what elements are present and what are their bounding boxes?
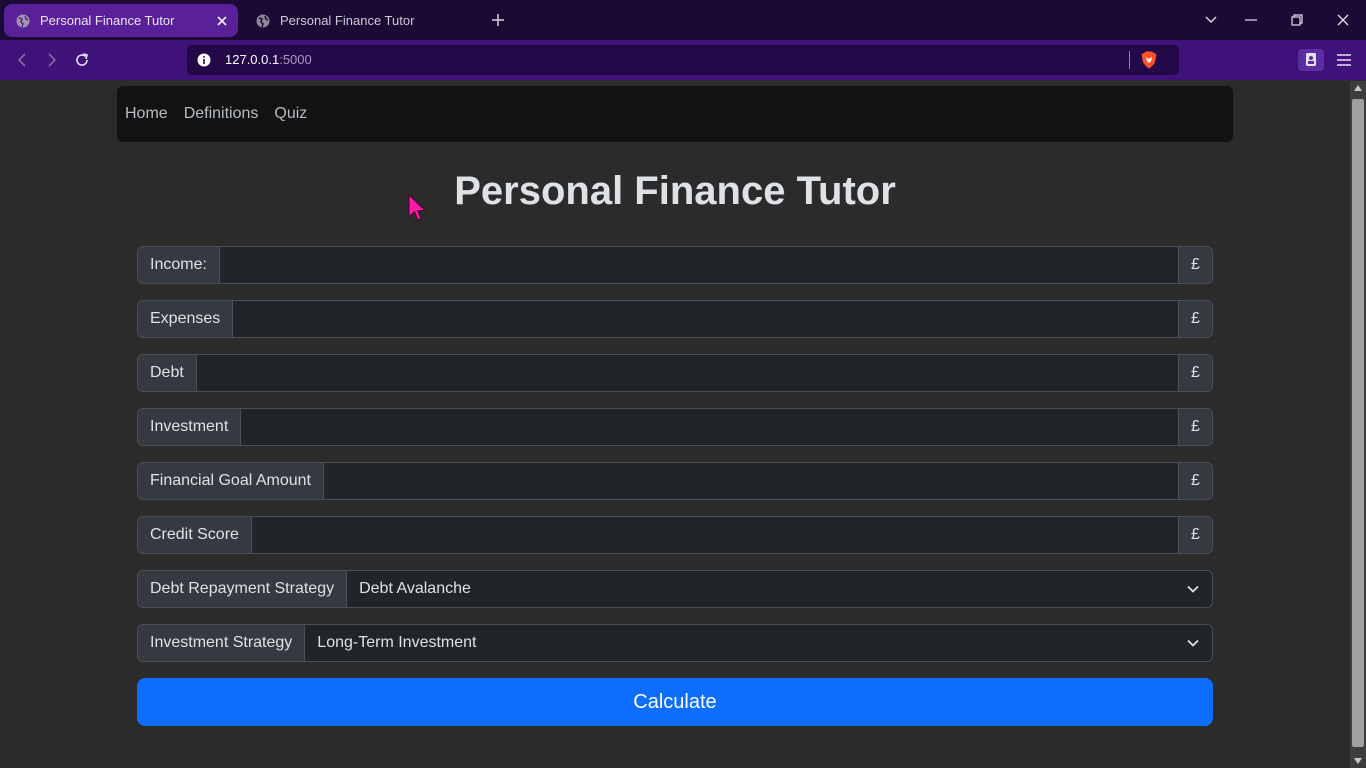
- tab-search-chevron-icon[interactable]: [1199, 8, 1223, 32]
- tab-inactive[interactable]: Personal Finance Tutor: [244, 4, 474, 37]
- close-window-icon[interactable]: [1331, 8, 1355, 32]
- nav-link-definitions[interactable]: Definitions: [184, 105, 259, 123]
- debt-strategy-value: Debt Avalanche: [359, 580, 471, 597]
- debt-strategy-label: Debt Repayment Strategy: [138, 571, 348, 607]
- debt-label: Debt: [138, 355, 197, 391]
- income-label: Income:: [138, 247, 220, 283]
- investment-strategy-group: Investment Strategy Long-Term Investment: [137, 624, 1213, 662]
- site-navbar: Home Definitions Quiz: [117, 86, 1233, 142]
- currency-suffix: £: [1178, 247, 1212, 283]
- tab-title: Personal Finance Tutor: [280, 13, 415, 28]
- expenses-input[interactable]: [233, 301, 1178, 337]
- restore-icon[interactable]: [1285, 8, 1309, 32]
- investment-group: Investment £: [137, 408, 1213, 446]
- expenses-group: Expenses £: [137, 300, 1213, 338]
- site-info-icon[interactable]: [197, 53, 211, 67]
- calculate-button[interactable]: Calculate: [137, 678, 1213, 726]
- goal-amount-group: Financial Goal Amount £: [137, 462, 1213, 500]
- expenses-label: Expenses: [138, 301, 234, 337]
- page-viewport: Home Definitions Quiz Personal Finance T…: [0, 81, 1350, 768]
- scroll-down-icon[interactable]: [1354, 758, 1362, 764]
- nav-link-home[interactable]: Home: [125, 105, 168, 123]
- income-input[interactable]: [219, 247, 1178, 283]
- currency-suffix: £: [1178, 355, 1212, 391]
- forward-icon[interactable]: [40, 48, 64, 72]
- currency-suffix: £: [1178, 517, 1212, 553]
- debt-input[interactable]: [196, 355, 1178, 391]
- globe-icon: [16, 14, 30, 28]
- debt-strategy-group: Debt Repayment Strategy Debt Avalanche: [137, 570, 1213, 608]
- scrollbar-thumb[interactable]: [1352, 99, 1364, 747]
- tab-active[interactable]: Personal Finance Tutor: [4, 4, 238, 37]
- scroll-up-icon[interactable]: [1354, 85, 1362, 91]
- currency-suffix: £: [1178, 301, 1212, 337]
- investment-input[interactable]: [241, 409, 1178, 445]
- currency-suffix: £: [1178, 409, 1212, 445]
- back-icon[interactable]: [10, 48, 34, 72]
- page-title: Personal Finance Tutor: [454, 169, 896, 213]
- tab-strip: Personal Finance Tutor Personal Finance …: [0, 0, 1366, 40]
- income-group: Income: £: [137, 246, 1213, 284]
- new-tab-button[interactable]: [488, 9, 508, 31]
- finance-form: Income: £ Expenses £ Debt £ Investment £…: [137, 246, 1213, 726]
- investment-label: Investment: [138, 409, 242, 445]
- investment-strategy-select[interactable]: Long-Term Investment: [305, 625, 1212, 661]
- chevron-down-icon: [1186, 636, 1200, 650]
- reload-icon[interactable]: [70, 48, 94, 72]
- debt-group: Debt £: [137, 354, 1213, 392]
- tab-title: Personal Finance Tutor: [40, 13, 175, 28]
- address-bar[interactable]: 127.0.0.1:5000: [187, 45, 1179, 75]
- debt-strategy-select[interactable]: Debt Avalanche: [347, 571, 1212, 607]
- currency-suffix: £: [1178, 463, 1212, 499]
- url-text: 127.0.0.1:5000: [225, 52, 312, 67]
- close-tab-icon[interactable]: [212, 11, 232, 31]
- credit-score-label: Credit Score: [138, 517, 252, 553]
- credit-score-input[interactable]: [251, 517, 1178, 553]
- credit-score-group: Credit Score £: [137, 516, 1213, 554]
- minimize-icon[interactable]: [1239, 8, 1263, 32]
- investment-strategy-value: Long-Term Investment: [317, 634, 477, 651]
- globe-icon: [256, 14, 270, 28]
- wallet-icon[interactable]: [1298, 48, 1324, 72]
- chevron-down-icon: [1186, 582, 1200, 596]
- brave-shields-icon[interactable]: [1141, 51, 1157, 69]
- investment-strategy-label: Investment Strategy: [138, 625, 306, 661]
- goal-amount-label: Financial Goal Amount: [138, 463, 324, 499]
- menu-icon[interactable]: [1331, 48, 1357, 72]
- goal-amount-input[interactable]: [323, 463, 1178, 499]
- nav-link-quiz[interactable]: Quiz: [274, 105, 307, 123]
- address-separator: [1129, 51, 1130, 69]
- mouse-cursor-icon: [408, 193, 427, 221]
- page-scrollbar[interactable]: [1350, 81, 1366, 768]
